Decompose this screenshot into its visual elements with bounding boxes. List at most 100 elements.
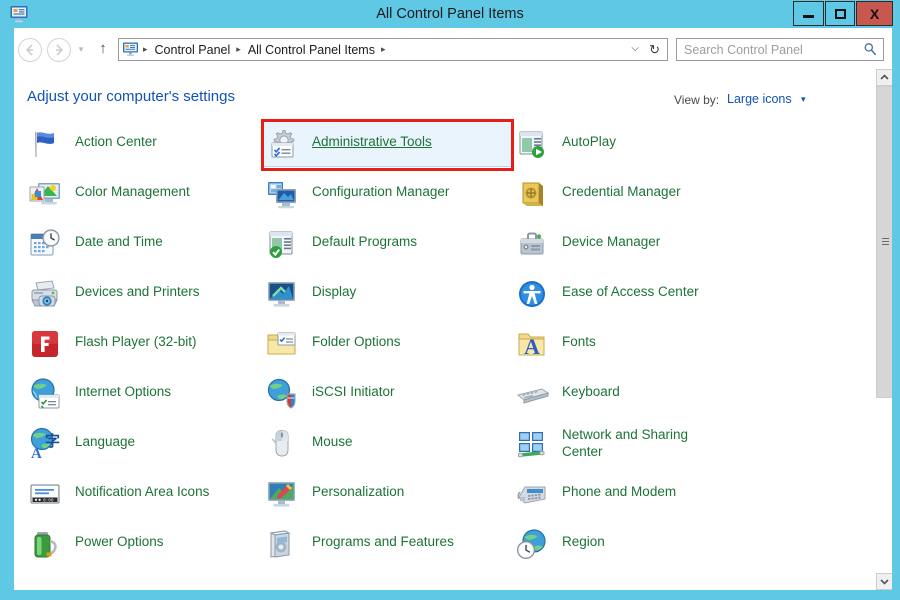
- control-panel-item-label[interactable]: Power Options: [75, 525, 164, 550]
- control-panel-item-internet-options[interactable]: Internet Options: [28, 375, 171, 425]
- window-title: All Control Panel Items: [376, 6, 524, 22]
- control-panel-item-label[interactable]: Region: [562, 525, 605, 550]
- view-by-label: View by:: [674, 93, 720, 107]
- fonts-folder-icon: A: [515, 327, 549, 361]
- control-panel-item-phone-and-modem[interactable]: Phone and Modem: [515, 475, 676, 525]
- control-panel-item-flash-player-32-bit[interactable]: Flash Player (32-bit): [28, 325, 197, 375]
- control-panel-item-keyboard[interactable]: Keyboard: [515, 375, 620, 425]
- control-panel-item-label[interactable]: Folder Options: [312, 325, 401, 350]
- address-bar-icon: [122, 41, 139, 58]
- address-dropdown-button[interactable]: ⌵: [631, 43, 639, 54]
- control-panel-item-label[interactable]: AutoPlay: [562, 125, 616, 150]
- control-panel-item-personalization[interactable]: Personalization: [265, 475, 404, 525]
- control-panel-item-label[interactable]: Network and Sharing Center: [562, 425, 714, 460]
- maximize-button[interactable]: [825, 1, 855, 26]
- mouse-icon: [265, 427, 299, 461]
- control-panel-item-fonts[interactable]: A Fonts: [515, 325, 596, 375]
- control-panel-item-label[interactable]: Flash Player (32-bit): [75, 325, 197, 350]
- control-panel-item-power-options[interactable]: Power Options: [28, 525, 164, 575]
- minimize-button[interactable]: [793, 1, 824, 26]
- control-panel-item-label[interactable]: Internet Options: [75, 375, 171, 400]
- control-panel-item-credential-manager[interactable]: Credential Manager: [515, 175, 681, 225]
- control-panel-item-label[interactable]: Action Center: [75, 125, 157, 150]
- control-panel-item-iscsi-initiator[interactable]: iSCSI Initiator: [265, 375, 395, 425]
- back-button[interactable]: [18, 38, 42, 62]
- up-button[interactable]: ↑: [95, 39, 111, 59]
- monitor-icon: [265, 277, 299, 311]
- control-panel-item-label[interactable]: Devices and Printers: [75, 275, 200, 300]
- chevron-up-icon: [880, 74, 889, 80]
- control-panel-item-label[interactable]: Credential Manager: [562, 175, 681, 200]
- breadcrumb-all-items[interactable]: All Control Panel Items: [246, 43, 377, 57]
- control-panel-item-action-center[interactable]: Action Center: [28, 125, 157, 175]
- control-panel-item-label[interactable]: Keyboard: [562, 375, 620, 400]
- default-programs-icon: [265, 227, 299, 261]
- control-panel-item-label[interactable]: Date and Time: [75, 225, 163, 250]
- battery-icon: [28, 527, 62, 561]
- control-panel-item-notification-area-icons[interactable]: 0:00 Notification Area Icons: [28, 475, 209, 525]
- scroll-up-button[interactable]: [876, 69, 892, 86]
- control-panel-item-configuration-manager[interactable]: Configuration Manager: [265, 175, 449, 225]
- control-panel-item-language[interactable]: 字 A Language: [28, 425, 135, 475]
- forward-arrow-icon: [56, 44, 64, 56]
- control-panel-item-label[interactable]: Language: [75, 425, 135, 450]
- control-panel-item-label[interactable]: Programs and Features: [312, 525, 454, 550]
- search-box[interactable]: Search Control Panel: [676, 38, 884, 61]
- breadcrumb-separator-2[interactable]: ▸: [377, 44, 391, 55]
- control-panel-item-label[interactable]: Display: [312, 275, 356, 300]
- control-panel-item-device-manager[interactable]: Device Manager: [515, 225, 660, 275]
- page-title: Adjust your computer's settings: [27, 88, 235, 105]
- control-panel-item-label[interactable]: Administrative Tools: [312, 125, 432, 150]
- chevron-down-icon: [880, 579, 889, 585]
- control-panel-item-label[interactable]: Default Programs: [312, 225, 417, 250]
- control-panel-item-label[interactable]: Configuration Manager: [312, 175, 449, 200]
- breadcrumb-separator-0: ▸: [143, 44, 148, 54]
- vertical-scrollbar[interactable]: [875, 69, 892, 590]
- control-panel-item-devices-and-printers[interactable]: Devices and Printers: [28, 275, 200, 325]
- forward-button[interactable]: [47, 38, 71, 62]
- personalization-icon: [265, 477, 299, 511]
- refresh-button[interactable]: ↻: [649, 42, 660, 58]
- control-panel-item-default-programs[interactable]: Default Programs: [265, 225, 417, 275]
- control-panel-item-label[interactable]: Personalization: [312, 475, 404, 500]
- control-panel-item-label[interactable]: iSCSI Initiator: [312, 375, 395, 400]
- control-panel-item-label[interactable]: Notification Area Icons: [75, 475, 209, 500]
- control-panel-item-ease-of-access-center[interactable]: Ease of Access Center: [515, 275, 699, 325]
- control-panel-item-label[interactable]: Ease of Access Center: [562, 275, 699, 300]
- control-panel-item-programs-and-features[interactable]: Programs and Features: [265, 525, 454, 575]
- control-panel-item-date-and-time[interactable]: Date and Time: [28, 225, 163, 275]
- scroll-down-button[interactable]: [876, 573, 892, 590]
- back-arrow-icon: [25, 44, 33, 56]
- control-panel-item-label[interactable]: Phone and Modem: [562, 475, 676, 500]
- control-panel-item-mouse[interactable]: Mouse: [265, 425, 353, 475]
- network-sharing-icon: [515, 427, 549, 461]
- control-panel-item-network-and-sharing-center[interactable]: Network and Sharing Center: [515, 425, 714, 475]
- close-icon: X: [869, 5, 880, 22]
- chevron-down-icon[interactable]: ▾: [801, 94, 806, 105]
- control-panel-item-label[interactable]: Fonts: [562, 325, 596, 350]
- control-panel-item-label[interactable]: Color Management: [75, 175, 190, 200]
- svg-text:字: 字: [45, 432, 60, 450]
- control-panel-item-autoplay[interactable]: AutoPlay: [515, 125, 616, 175]
- control-panel-item-label[interactable]: Device Manager: [562, 225, 660, 250]
- search-input[interactable]: Search Control Panel: [684, 43, 803, 57]
- control-panel-item-display[interactable]: Display: [265, 275, 356, 325]
- folder-options-icon: [265, 327, 299, 361]
- recent-locations-button[interactable]: ▾: [74, 42, 88, 56]
- region-globe-icon: [515, 527, 549, 561]
- control-panel-item-administrative-tools[interactable]: Administrative Tools: [265, 125, 432, 175]
- control-panel-item-region[interactable]: Region: [515, 525, 605, 575]
- view-by-dropdown[interactable]: Large icons: [727, 92, 792, 106]
- language-globe-icon: 字 A: [28, 427, 62, 461]
- scrollbar-thumb[interactable]: [876, 86, 892, 398]
- control-panel-item-color-management[interactable]: Color Management: [28, 175, 190, 225]
- flash-player-icon: [28, 327, 62, 361]
- svg-text:A: A: [524, 334, 540, 359]
- control-panel-item-label[interactable]: Mouse: [312, 425, 353, 450]
- address-bar[interactable]: ▸ Control Panel ▸ All Control Panel Item…: [118, 38, 668, 61]
- ease-of-access-icon: [515, 277, 549, 311]
- breadcrumb-control-panel[interactable]: Control Panel: [153, 43, 233, 57]
- control-panel-item-folder-options[interactable]: Folder Options: [265, 325, 401, 375]
- close-button[interactable]: X: [856, 1, 893, 26]
- search-icon: [863, 42, 877, 59]
